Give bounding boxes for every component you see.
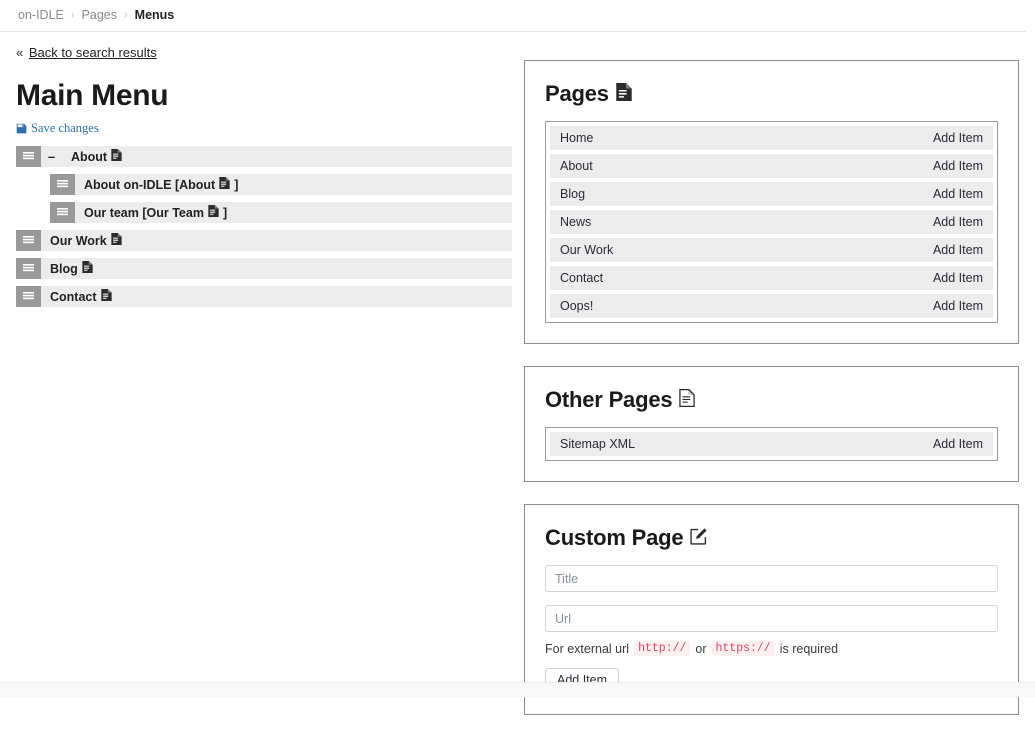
list-item[interactable]: Our Work Add Item [550, 238, 993, 262]
breadcrumb-item-site[interactable]: on-IDLE [18, 8, 64, 22]
menu-tree-label: Contact [41, 289, 113, 304]
list-item[interactable]: Oops! Add Item [550, 294, 993, 318]
custom-page-title-input[interactable] [545, 565, 998, 592]
add-item-button[interactable]: Add Item [933, 299, 983, 313]
drag-handle-icon[interactable] [16, 258, 41, 279]
add-item-button[interactable]: Add Item [933, 159, 983, 173]
menu-editor-column: Main Menu Save changes – About About on-… [0, 60, 512, 314]
page-name: Blog [560, 187, 586, 201]
edit-pencil-icon [690, 525, 707, 551]
breadcrumb: on-IDLE › Pages › Menus [0, 0, 1026, 32]
menu-tree-row-about-on-idle[interactable]: About on-IDLE [About ] [50, 174, 512, 195]
back-bar: « Back to search results [0, 32, 1035, 60]
custom-page-url-input[interactable] [545, 605, 998, 632]
page-name: About [560, 159, 593, 173]
list-item[interactable]: About Add Item [550, 154, 993, 178]
save-changes-row: Save changes [16, 121, 512, 138]
menu-tree-row-our-team[interactable]: Our team [Our Team ] [50, 202, 512, 223]
breadcrumb-item-menus: Menus [134, 8, 175, 22]
back-to-search-results-link[interactable]: Back to search results [29, 45, 157, 60]
list-item[interactable]: Home Add Item [550, 126, 993, 150]
menu-item-label-our-work: Our Work [50, 233, 107, 248]
pages-panel-title-label: Pages [545, 81, 609, 106]
other-pages-panel: Other Pages Sitemap XML Add Item [524, 366, 1019, 482]
document-outline-icon [679, 387, 696, 413]
page-name: News [560, 215, 592, 229]
document-icon [100, 289, 112, 304]
page-footer-strip [0, 682, 1035, 697]
save-changes-label: Save changes [31, 121, 99, 135]
other-pages-panel-title-label: Other Pages [545, 387, 673, 412]
custom-page-panel-title: Custom Page [545, 525, 998, 551]
add-item-button[interactable]: Add Item [933, 187, 983, 201]
menu-tree-label: Our team [Our Team ] [75, 205, 227, 220]
add-item-button[interactable]: Add Item [933, 131, 983, 145]
page-name: Our Work [560, 243, 614, 257]
breadcrumb-separator: › [70, 9, 75, 21]
add-item-button[interactable]: Add Item [933, 271, 983, 285]
menu-tree: – About About on-IDLE [About] Our team … [16, 146, 512, 307]
page-name: Home [560, 131, 594, 145]
breadcrumb-separator: › [123, 9, 128, 21]
other-pages-panel-title: Other Pages [545, 387, 998, 413]
document-icon [111, 149, 122, 164]
hint-middle: or [695, 641, 707, 656]
back-chevron-icon: « [16, 45, 24, 60]
menu-tree-row-about[interactable]: – About [16, 146, 512, 167]
http-snippet: http:// [634, 641, 691, 656]
hint-prefix: For external url [545, 641, 630, 656]
breadcrumb-item-pages[interactable]: Pages [82, 8, 117, 22]
save-disk-icon [16, 123, 27, 134]
menu-tree-row-our-work[interactable]: Our Work [16, 230, 512, 251]
pages-panel-title: Pages [545, 81, 998, 107]
other-pages-list: Sitemap XML Add Item [545, 427, 998, 461]
drag-handle-icon[interactable] [50, 202, 75, 223]
save-changes-link[interactable]: Save changes [16, 121, 99, 136]
menu-item-label-about: About [71, 149, 108, 164]
list-item[interactable]: Sitemap XML Add Item [550, 432, 993, 456]
add-item-button[interactable]: Add Item [933, 437, 983, 451]
drag-handle-icon[interactable] [16, 146, 41, 167]
menu-item-label-about-on-idle: About on-IDLE [About [84, 177, 216, 192]
page-name: Contact [560, 271, 604, 285]
menu-item-label-contact: Contact [50, 289, 97, 304]
list-item[interactable]: Blog Add Item [550, 182, 993, 206]
list-item[interactable]: Contact Add Item [550, 266, 993, 290]
page-name: Sitemap XML [560, 437, 636, 451]
menu-tree-row-contact[interactable]: Contact [16, 286, 512, 307]
list-item[interactable]: News Add Item [550, 210, 993, 234]
page-title: Main Menu [16, 79, 169, 112]
document-icon [82, 261, 93, 276]
sidebar-panels-column: Pages Home Add Item About Add Item Blog … [512, 60, 1019, 737]
collapse-toggle-about[interactable]: – [41, 150, 62, 163]
add-item-button[interactable]: Add Item [933, 215, 983, 229]
document-icon [208, 205, 219, 220]
document-icon [111, 233, 122, 248]
drag-handle-icon[interactable] [50, 174, 75, 195]
drag-handle-icon[interactable] [16, 286, 41, 307]
menu-tree-label: Blog [41, 261, 94, 276]
document-icon [219, 177, 230, 192]
custom-page-url-hint: For external url http:// or https:// is … [545, 641, 998, 656]
menu-item-label-our-team: Our team [Our Team [84, 205, 204, 220]
custom-page-panel-title-label: Custom Page [545, 525, 684, 550]
menu-tree-row-blog[interactable]: Blog [16, 258, 512, 279]
hint-suffix: is required [779, 641, 839, 656]
add-item-button[interactable]: Add Item [933, 243, 983, 257]
pages-panel: Pages Home Add Item About Add Item Blog … [524, 60, 1019, 344]
menu-tree-label: Our Work [41, 233, 123, 248]
menu-item-suffix: ] [234, 177, 239, 192]
document-filled-icon [616, 81, 632, 107]
pages-list: Home Add Item About Add Item Blog Add It… [545, 121, 998, 323]
page-name: Oops! [560, 299, 594, 313]
menu-item-suffix: ] [222, 205, 228, 220]
menu-tree-label: About [62, 149, 123, 164]
https-snippet: https:// [711, 641, 775, 656]
menu-item-label-blog: Blog [50, 261, 78, 276]
menu-tree-label: About on-IDLE [About ] [75, 177, 238, 192]
drag-handle-icon[interactable] [16, 230, 41, 251]
